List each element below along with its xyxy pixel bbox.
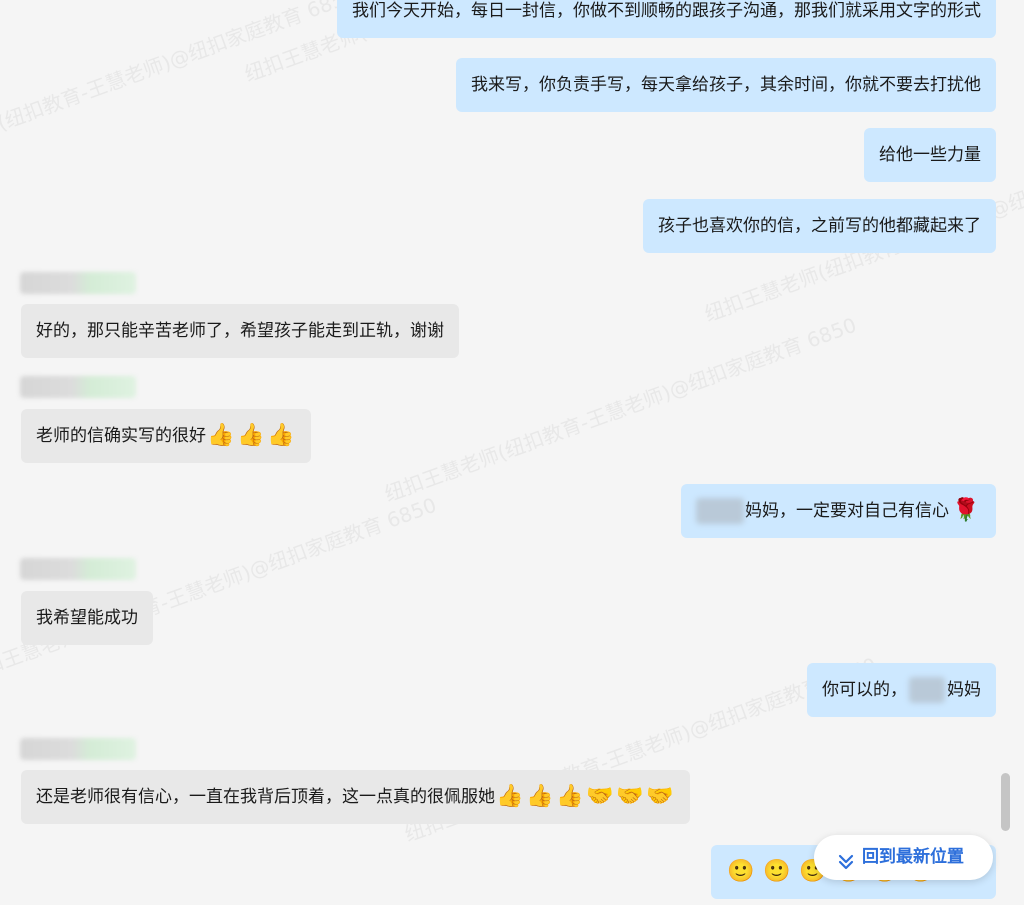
- jump-to-latest-button[interactable]: 回到最新位置: [814, 835, 993, 880]
- message-text: 老师的信确实写的很好: [36, 426, 206, 446]
- thumbs-up-icon: 👍: [267, 423, 295, 448]
- message-bubble-received[interactable]: 老师的信确实写的很好👍 👍 👍: [21, 409, 311, 463]
- handshake-icon: 🤝: [586, 784, 614, 809]
- message-text: 我来写，你负责手写，每天拿给孩子，其余时间，你就不要去打扰他: [471, 75, 981, 95]
- scrollbar-thumb[interactable]: [1001, 773, 1010, 831]
- thumbs-up-icon: 👍: [207, 423, 235, 448]
- sender-name-blurred: [20, 558, 136, 580]
- sender-name-blurred: [20, 376, 136, 398]
- message-bubble-received[interactable]: 还是老师很有信心，一直在我背后顶着，这一点真的很佩服她👍 👍 👍 🤝 🤝 🤝: [21, 770, 690, 824]
- jump-to-latest-label: 回到最新位置: [862, 847, 964, 867]
- message-text: 我们今天开始，每日一封信，你做不到顺畅的跟孩子沟通，那我们就采用文字的形式: [352, 1, 981, 21]
- rose-icon: 🌹: [952, 498, 980, 523]
- watermark: 纽扣王慧老师(纽扣教育-王慧老师)@纽扣家庭教育 6850: [0, 492, 440, 687]
- redacted-name: [696, 498, 744, 524]
- message-bubble-sent[interactable]: 妈妈，一定要对自己有信心 🌹: [681, 484, 996, 538]
- message-text: 我希望能成功: [36, 608, 138, 628]
- thumbs-up-icon: 👍: [496, 784, 524, 809]
- handshake-icon: 🤝: [616, 784, 644, 809]
- message-bubble-sent[interactable]: 孩子也喜欢你的信，之前写的他都藏起来了: [643, 199, 996, 253]
- message-bubble-sent[interactable]: 你可以的， 妈妈: [807, 663, 996, 717]
- message-text: 妈妈，一定要对自己有信心: [745, 501, 949, 521]
- thumbs-up-icon: 👍: [237, 423, 265, 448]
- redacted-name: [909, 677, 945, 703]
- message-text: 孩子也喜欢你的信，之前写的他都藏起来了: [658, 216, 981, 236]
- message-text: 你可以的，: [822, 680, 907, 700]
- message-bubble-received[interactable]: 我希望能成功: [21, 591, 153, 645]
- message-bubble-sent[interactable]: 我来写，你负责手写，每天拿给孩子，其余时间，你就不要去打扰他: [456, 58, 996, 112]
- message-text: 给他一些力量: [879, 145, 981, 165]
- message-text: 还是老师很有信心，一直在我背后顶着，这一点真的很佩服她: [36, 787, 495, 807]
- double-chevron-down-icon: [836, 845, 856, 870]
- sender-name-blurred: [20, 272, 136, 294]
- handshake-icon: 🤝: [646, 784, 674, 809]
- message-bubble-sent[interactable]: 我们今天开始，每日一封信，你做不到顺畅的跟孩子沟通，那我们就采用文字的形式: [337, 0, 996, 38]
- watermark: 纽扣王慧老师(纽扣教育-王慧老师)@纽扣家庭教育 6850: [0, 0, 360, 177]
- chat-message-list[interactable]: 纽扣王慧老师(纽扣教育-王慧老师)@纽扣家庭教育 6850 纽扣王慧老师(纽扣教…: [0, 0, 1024, 905]
- message-bubble-sent[interactable]: 给他一些力量: [864, 128, 996, 182]
- message-bubble-received[interactable]: 好的，那只能辛苦老师了，希望孩子能走到正轨，谢谢: [21, 304, 459, 358]
- sender-name-blurred: [20, 738, 136, 760]
- person-icon: 🙂: [763, 859, 791, 884]
- message-text: 好的，那只能辛苦老师了，希望孩子能走到正轨，谢谢: [36, 321, 444, 341]
- thumbs-up-icon: 👍: [526, 784, 554, 809]
- message-text: 妈妈: [947, 680, 981, 700]
- thumbs-up-icon: 👍: [556, 784, 584, 809]
- person-icon: 🙂: [727, 859, 755, 884]
